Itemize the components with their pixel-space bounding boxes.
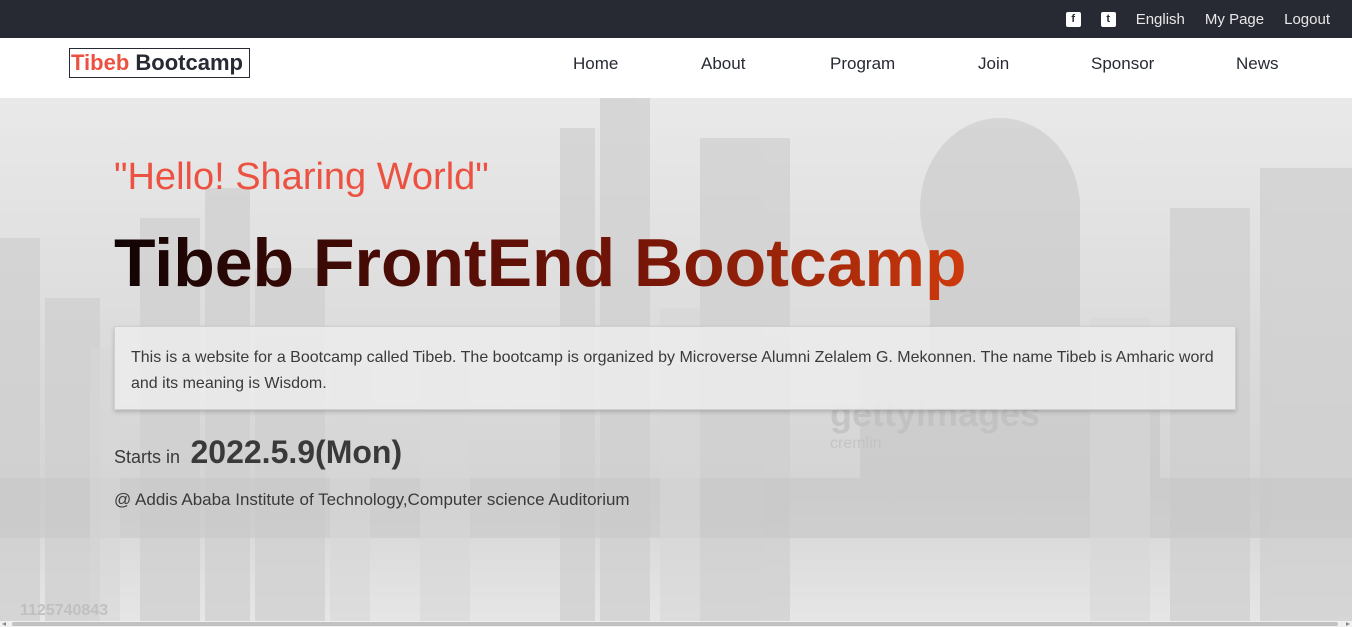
scroll-right-arrow-icon[interactable] xyxy=(1346,622,1350,626)
hero-description: This is a website for a Bootcamp called … xyxy=(114,326,1236,410)
main-nav: Tibeb Bootcamp Home About Program Join S… xyxy=(0,38,1352,98)
facebook-icon[interactable]: f xyxy=(1065,11,1081,27)
twitter-icon[interactable]: t xyxy=(1100,11,1116,27)
venue-text: @ Addis Ababa Institute of Technology,Co… xyxy=(114,490,630,509)
hero-title: Tibeb FrontEnd Bootcamp xyxy=(114,225,967,301)
nav-item-home[interactable]: Home xyxy=(573,54,618,74)
nav-item-about[interactable]: About xyxy=(701,54,745,74)
logout-link[interactable]: Logout xyxy=(1284,11,1330,28)
scrollbar-thumb[interactable] xyxy=(12,622,1338,626)
hero-quote: "Hello! Sharing World" xyxy=(114,156,489,198)
horizontal-scrollbar[interactable] xyxy=(0,621,1352,627)
language-link[interactable]: English xyxy=(1136,11,1185,28)
logo[interactable]: Tibeb Bootcamp xyxy=(69,48,250,78)
starts-label: Starts in xyxy=(114,447,181,467)
watermark-sub: cremlin xyxy=(830,435,882,452)
nav-item-program[interactable]: Program xyxy=(830,54,895,74)
start-info: Starts in 2022.5.9(Mon) xyxy=(114,434,402,471)
my-page-link[interactable]: My Page xyxy=(1205,11,1264,28)
nav-item-sponsor[interactable]: Sponsor xyxy=(1091,54,1154,74)
image-id-watermark: 1125740843 xyxy=(20,602,109,619)
logo-part-bootcamp: Bootcamp xyxy=(129,50,243,75)
start-date: 2022.5.9(Mon) xyxy=(190,434,403,470)
scroll-left-arrow-icon[interactable] xyxy=(2,622,6,626)
nav-item-join[interactable]: Join xyxy=(978,54,1009,74)
logo-part-tibeb: Tibeb xyxy=(71,50,130,75)
hero-section: gettyimages cremlin "Hello! Sharing Worl… xyxy=(0,98,1352,621)
nav-item-news[interactable]: News xyxy=(1236,54,1279,74)
top-bar: f t English My Page Logout xyxy=(0,0,1352,38)
